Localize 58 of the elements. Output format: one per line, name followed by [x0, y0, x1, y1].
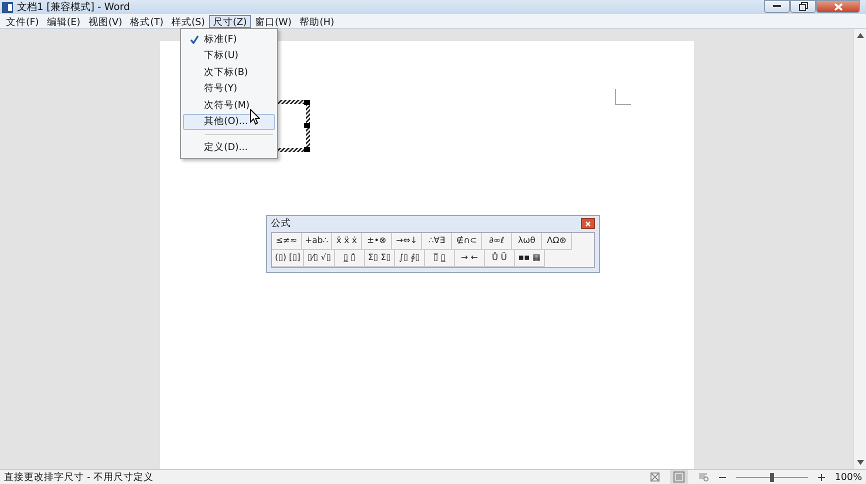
- scroll-up-icon: [856, 33, 864, 38]
- zoom-level: 100%: [834, 472, 862, 482]
- symbol-button[interactable]: ▯̅ ▯̲: [424, 250, 455, 267]
- symbol-button[interactable]: (▯) [▯]: [272, 250, 304, 267]
- print-layout-icon[interactable]: [670, 470, 688, 484]
- zoom-in-icon[interactable]: [818, 474, 825, 480]
- menu-item[interactable]: 编辑(E): [42, 14, 84, 28]
- zoom-thumb[interactable]: [770, 472, 774, 482]
- close-button[interactable]: [816, 0, 860, 13]
- symbol-button[interactable]: ±•⊗: [362, 233, 392, 250]
- symbol-button[interactable]: → ←: [454, 250, 485, 267]
- menu-item[interactable]: 格式(T): [126, 14, 168, 28]
- minimize-button[interactable]: [764, 0, 790, 13]
- symbol-button[interactable]: Σ▯ Σ▯: [364, 250, 395, 267]
- menu-item[interactable]: 尺寸(Z): [208, 14, 251, 28]
- close-icon: [834, 2, 842, 10]
- menu-option[interactable]: 其他(O)...: [183, 114, 275, 130]
- symbol-button[interactable]: ▯⁄▯ √▯: [304, 250, 335, 267]
- pointer-cursor-icon: [250, 109, 260, 125]
- menu-item[interactable]: 帮助(H): [296, 14, 338, 28]
- symbol-button[interactable]: →⇔↓: [392, 233, 422, 250]
- menu-option[interactable]: 次符号(M): [183, 97, 275, 114]
- palette-title: 公式: [271, 217, 291, 230]
- checkmark-icon: [190, 34, 198, 44]
- symbol-button[interactable]: ∴∀∃: [422, 233, 452, 250]
- menu-item[interactable]: 样式(S): [167, 14, 209, 28]
- symbol-button[interactable]: ▯̲ ▯̂: [334, 250, 365, 267]
- symbol-button[interactable]: λωθ: [512, 233, 542, 250]
- menu-item[interactable]: 窗口(W): [250, 14, 296, 28]
- minimize-icon: [773, 5, 781, 8]
- scroll-bar[interactable]: [853, 29, 866, 469]
- symbol-button[interactable]: ≤≠≈: [272, 233, 302, 250]
- symbol-button[interactable]: ∂∞ℓ: [482, 233, 512, 250]
- symbol-button[interactable]: ∫▯ ∮▯: [394, 250, 425, 267]
- menu-option[interactable]: 下标(U): [183, 48, 275, 64]
- menu-option[interactable]: 标准(F): [183, 31, 275, 48]
- restore-button[interactable]: [790, 0, 816, 13]
- web-layout-icon[interactable]: [650, 472, 660, 482]
- symbol-button[interactable]: ∉∩⊂: [452, 233, 482, 250]
- close-icon: [585, 220, 591, 226]
- close-button[interactable]: [581, 218, 595, 229]
- menu-option[interactable]: 符号(Y): [183, 80, 275, 97]
- window-title: 文档1 [兼容模式] - Word: [17, 0, 130, 14]
- menu-option[interactable]: 次下标(B): [183, 64, 275, 80]
- symbol-button[interactable]: ΛΩ⊛: [542, 233, 572, 250]
- corner-mark: [615, 89, 631, 105]
- symbol-button[interactable]: x̄ ẍ ẋ: [332, 233, 362, 250]
- symbol-button[interactable]: ▪▪ ▦: [514, 250, 545, 267]
- menu-item[interactable]: 文件(F): [2, 14, 43, 28]
- restore-icon: [798, 2, 808, 11]
- draft-icon[interactable]: [698, 472, 709, 482]
- symbol-button[interactable]: Ů Ũ: [484, 250, 515, 267]
- menu-item[interactable]: 视图(V): [84, 14, 126, 28]
- word-icon: [2, 2, 13, 12]
- scroll-down-icon: [856, 460, 864, 465]
- status-text: 直接更改排字尺寸 - 不用尺寸定义: [4, 470, 154, 484]
- menu-option[interactable]: 定义(D)...: [183, 139, 275, 156]
- symbol-button[interactable]: ∔ab∴: [302, 233, 332, 250]
